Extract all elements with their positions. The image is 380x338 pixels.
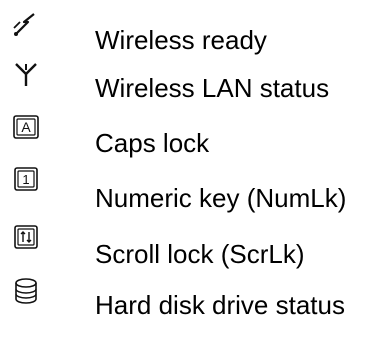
legend-label: Hard disk drive status (95, 290, 345, 320)
legend-label: Wireless LAN status (95, 73, 330, 103)
caps-lock-glyph: A (21, 119, 31, 135)
antenna-icon (10, 58, 42, 90)
legend-label: Wireless ready (95, 25, 267, 55)
legend-item-wireless-ready: Wireless ready (0, 8, 380, 55)
legend-item-caps-lock: A Caps lock (0, 112, 380, 158)
scroll-lock-icon (10, 222, 42, 254)
wireless-ready-icon (10, 8, 42, 40)
legend-item-hard-disk-drive-status: Hard disk drive status (0, 275, 380, 320)
legend-item-numeric-key: 1 Numeric key (NumLk) (0, 164, 380, 213)
status-indicator-legend: Wireless ready Wireless LAN status A Cap… (0, 0, 380, 338)
legend-label: Caps lock (95, 128, 210, 158)
legend-item-scroll-lock: Scroll lock (ScrLk) (0, 222, 380, 269)
legend-item-wireless-lan-status: Wireless LAN status (0, 58, 380, 103)
hard-disk-icon (10, 275, 42, 307)
num-lock-glyph: 1 (22, 172, 29, 187)
legend-label: Scroll lock (ScrLk) (95, 239, 305, 269)
num-lock-icon: 1 (10, 164, 42, 196)
caps-lock-icon: A (10, 112, 42, 144)
legend-label: Numeric key (NumLk) (95, 183, 347, 213)
